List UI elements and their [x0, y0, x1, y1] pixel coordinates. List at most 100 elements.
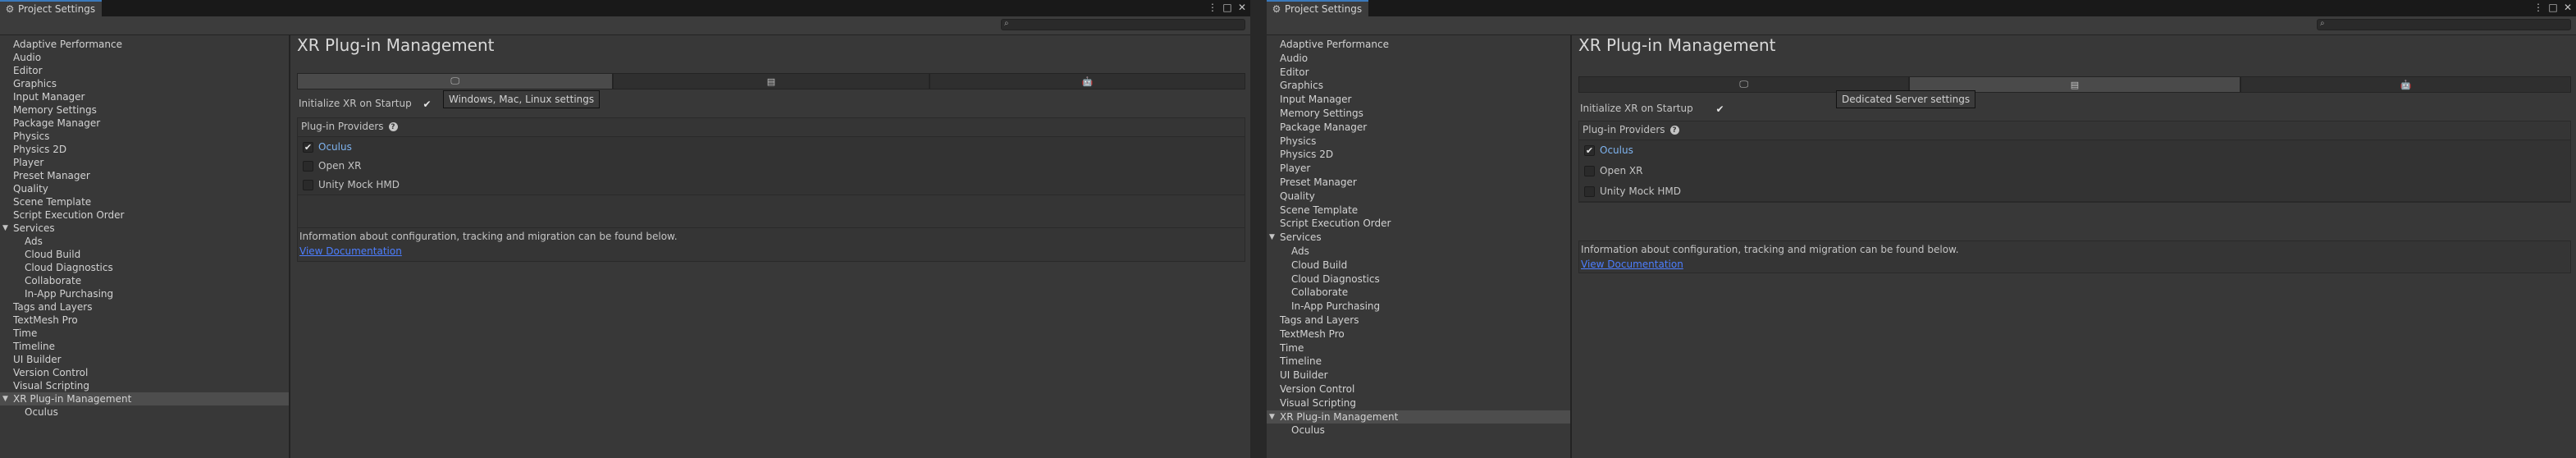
- sidebar-item[interactable]: Input Manager: [0, 90, 289, 103]
- sidebar-item[interactable]: ▼ XR Plug-in Management: [0, 392, 289, 405]
- sidebar-item[interactable]: Package Manager: [0, 117, 289, 130]
- sidebar-item[interactable]: Script Execution Order: [1267, 217, 1570, 230]
- sidebar-item[interactable]: Preset Manager: [1267, 176, 1570, 189]
- provider-row: Open XR: [303, 158, 361, 174]
- sidebar-item[interactable]: Tags and Layers: [1267, 314, 1570, 327]
- sidebar-item[interactable]: Collaborate: [1267, 286, 1570, 299]
- sidebar-item[interactable]: Adaptive Performance: [1267, 38, 1570, 51]
- sidebar-item[interactable]: Graphics: [0, 77, 289, 90]
- sidebar-item[interactable]: Visual Scripting: [0, 379, 289, 392]
- sidebar-item[interactable]: Timeline: [1267, 355, 1570, 368]
- sidebar-item[interactable]: Physics 2D: [1267, 148, 1570, 161]
- provider-checkbox[interactable]: [303, 179, 313, 190]
- sidebar-item[interactable]: Cloud Diagnostics: [0, 261, 289, 274]
- provider-checkbox[interactable]: [303, 160, 313, 172]
- sidebar-item[interactable]: Oculus: [0, 405, 289, 419]
- help-icon[interactable]: ?: [388, 122, 398, 131]
- sidebar-item[interactable]: Ads: [1267, 245, 1570, 258]
- sidebar-item[interactable]: Oculus: [1267, 424, 1570, 437]
- sidebar-item[interactable]: Editor: [0, 64, 289, 77]
- provider-checkbox[interactable]: ✔: [1584, 144, 1595, 156]
- search-field[interactable]: ⌕: [2317, 19, 2571, 30]
- sidebar-item-label: Cloud Build: [25, 249, 81, 260]
- view-documentation-link[interactable]: View Documentation: [1581, 259, 1683, 270]
- sidebar-item[interactable]: Audio: [0, 51, 289, 64]
- sidebar-item[interactable]: Cloud Build: [1267, 259, 1570, 272]
- sidebar-item[interactable]: Physics 2D: [0, 143, 289, 156]
- sidebar-item[interactable]: Quality: [0, 182, 289, 195]
- tab-project-settings[interactable]: ⚙ Project Settings: [0, 0, 103, 16]
- sidebar-item[interactable]: Memory Settings: [1267, 107, 1570, 120]
- sidebar-item[interactable]: ▼ Services: [0, 222, 289, 235]
- sidebar-item[interactable]: TextMesh Pro: [0, 314, 289, 327]
- sidebar-item[interactable]: Adaptive Performance: [0, 38, 289, 51]
- sidebar-item[interactable]: UI Builder: [1267, 369, 1570, 382]
- sidebar-item-label: Visual Scripting: [13, 380, 89, 392]
- sidebar-item[interactable]: Time: [1267, 341, 1570, 355]
- provider-checkbox[interactable]: [1584, 165, 1595, 176]
- foldout-arrow-icon[interactable]: ▼: [2, 392, 8, 405]
- platform-tab-desktop[interactable]: 🖵: [297, 73, 614, 89]
- sidebar-item[interactable]: TextMesh Pro: [1267, 327, 1570, 341]
- sidebar-item[interactable]: ▼ Services: [1267, 231, 1570, 244]
- sidebar-item[interactable]: Script Execution Order: [0, 208, 289, 222]
- platform-tab-android[interactable]: 🤖: [2240, 76, 2571, 93]
- sidebar-item-label: Collaborate: [25, 275, 82, 286]
- sidebar-item[interactable]: Timeline: [0, 340, 289, 353]
- sidebar-item[interactable]: ▼ XR Plug-in Management: [1267, 410, 1570, 424]
- platform-tab-server[interactable]: ▤: [613, 73, 929, 89]
- init-xr-checkbox[interactable]: ✔: [1715, 103, 1725, 115]
- sidebar-item[interactable]: Input Manager: [1267, 93, 1570, 106]
- sidebar-item[interactable]: Physics: [0, 130, 289, 143]
- sidebar-item[interactable]: Player: [1267, 162, 1570, 175]
- sidebar-item[interactable]: Version Control: [1267, 382, 1570, 396]
- sidebar-item[interactable]: Editor: [1267, 66, 1570, 79]
- view-documentation-link[interactable]: View Documentation: [299, 245, 402, 257]
- sidebar-item[interactable]: Physics: [1267, 135, 1570, 148]
- search-input[interactable]: [1015, 20, 1243, 30]
- sidebar-item[interactable]: Tags and Layers: [0, 300, 289, 314]
- sidebar-item[interactable]: Graphics: [1267, 79, 1570, 92]
- close-icon[interactable]: ✕: [1237, 2, 1247, 13]
- more-menu-icon[interactable]: ⋮: [1208, 2, 1217, 13]
- provider-checkbox[interactable]: [1584, 185, 1595, 197]
- maximize-icon[interactable]: □: [2548, 2, 2558, 13]
- sidebar-item[interactable]: Visual Scripting: [1267, 396, 1570, 410]
- sidebar-item[interactable]: Scene Template: [1267, 204, 1570, 217]
- more-menu-icon[interactable]: ⋮: [2533, 2, 2543, 13]
- help-icon[interactable]: ?: [1669, 126, 1679, 135]
- platform-tab-android[interactable]: 🤖: [929, 73, 1245, 89]
- sidebar-item[interactable]: Cloud Build: [0, 248, 289, 261]
- foldout-arrow-icon[interactable]: ▼: [2, 222, 8, 235]
- sidebar-item[interactable]: Preset Manager: [0, 169, 289, 182]
- sidebar-item[interactable]: Player: [0, 156, 289, 169]
- tab-project-settings[interactable]: ⚙ Project Settings: [1267, 0, 1369, 16]
- sidebar-item-label: Script Execution Order: [1280, 218, 1391, 230]
- provider-checkbox[interactable]: ✔: [303, 141, 313, 153]
- maximize-icon[interactable]: □: [1222, 2, 1232, 13]
- sidebar-item[interactable]: Memory Settings: [0, 103, 289, 117]
- sidebar-item[interactable]: In-App Purchasing: [0, 287, 289, 300]
- sidebar-item-label: In-App Purchasing: [25, 288, 114, 300]
- sidebar-item[interactable]: Quality: [1267, 190, 1570, 203]
- sidebar-item[interactable]: Audio: [1267, 52, 1570, 65]
- sidebar-item[interactable]: Time: [0, 327, 289, 340]
- sidebar-item[interactable]: Cloud Diagnostics: [1267, 273, 1570, 286]
- init-xr-checkbox[interactable]: ✔: [422, 98, 432, 110]
- sidebar-item-label: Editor: [13, 65, 43, 76]
- sidebar-item-label: TextMesh Pro: [1280, 327, 1345, 340]
- search-input[interactable]: [2331, 20, 2569, 30]
- sidebar-item[interactable]: Scene Template: [0, 195, 289, 208]
- sidebar-item[interactable]: Collaborate: [0, 274, 289, 287]
- search-field[interactable]: ⌕: [1001, 19, 1245, 30]
- sidebar-item-label: Oculus: [25, 406, 58, 418]
- sidebar-item-label: Audio: [1280, 52, 1309, 64]
- sidebar-item[interactable]: UI Builder: [0, 353, 289, 366]
- foldout-arrow-icon[interactable]: ▼: [1269, 231, 1275, 244]
- sidebar-item[interactable]: Ads: [0, 235, 289, 248]
- close-icon[interactable]: ✕: [2563, 2, 2573, 13]
- foldout-arrow-icon[interactable]: ▼: [1269, 410, 1275, 424]
- sidebar-item[interactable]: In-App Purchasing: [1267, 300, 1570, 313]
- sidebar-item[interactable]: Package Manager: [1267, 121, 1570, 134]
- sidebar-item[interactable]: Version Control: [0, 366, 289, 379]
